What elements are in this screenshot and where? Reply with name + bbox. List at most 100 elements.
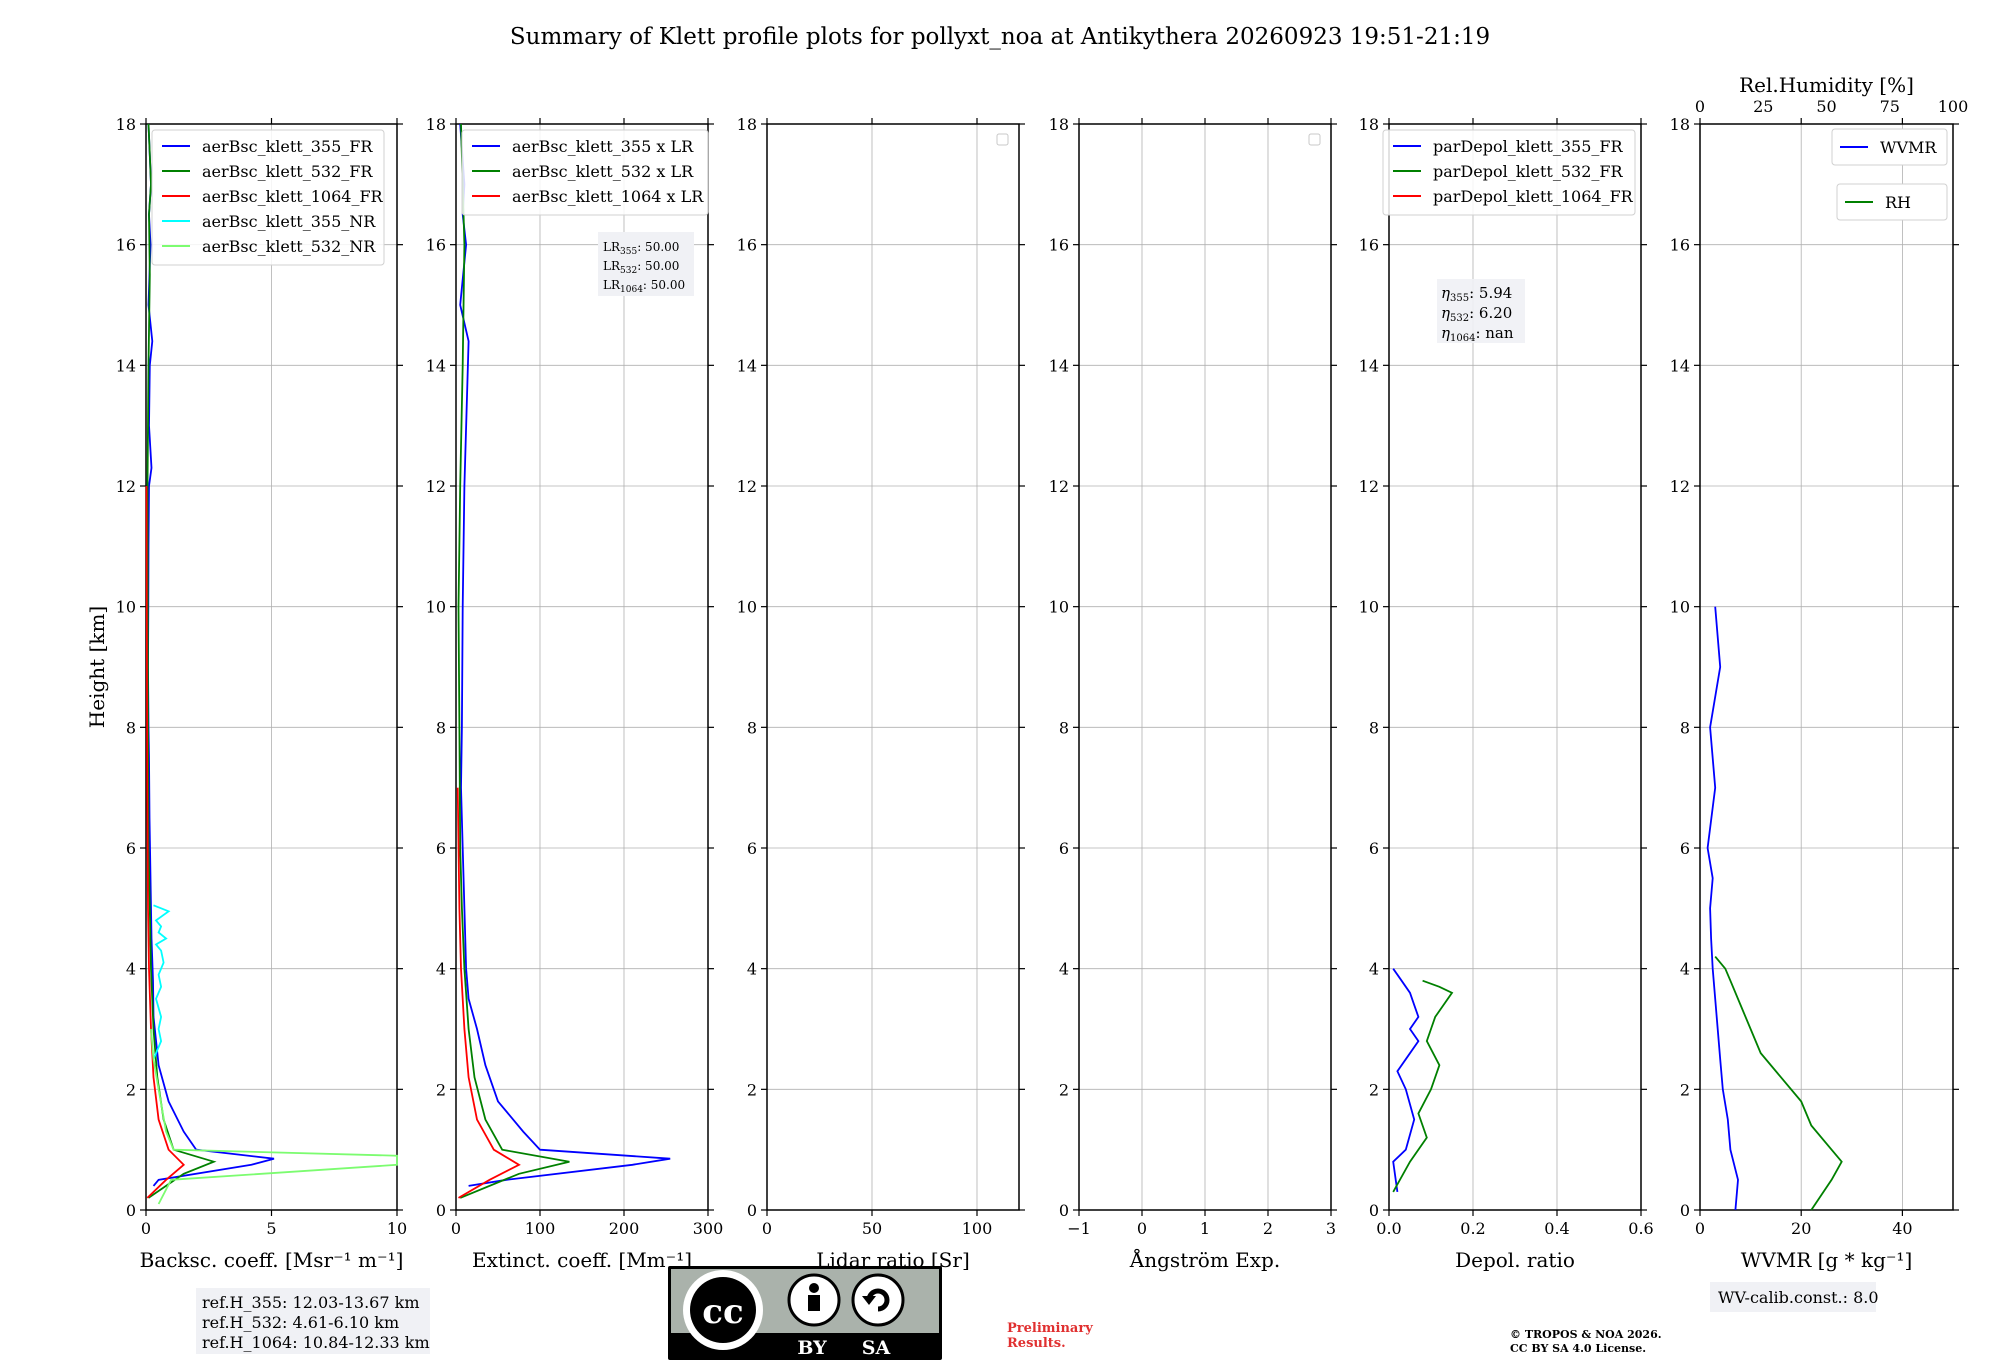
y-tick-label: 2 bbox=[1680, 1080, 1690, 1099]
panel-backscatter: 0 2 4 6 8 10 12 14 16 18 0 5 10 Backsc. coeff. [Msr⁻¹… bbox=[85, 115, 430, 1354]
panel-angstrom: 024681012141618−1 0 1 2 3Ångström Exp. bbox=[1049, 115, 1337, 1272]
y-tick-label: 4 bbox=[1680, 960, 1690, 979]
y-tick-label: 14 bbox=[737, 356, 757, 375]
y-tick-label: 6 bbox=[1680, 839, 1690, 858]
empty-legend-box bbox=[996, 133, 1009, 146]
series-line-parDepol_klett_355_FR bbox=[1392, 968, 1420, 1193]
x-tick-label: 100 bbox=[525, 1219, 556, 1238]
panel-lidar-ratio: 0246810121416180 50 100Lidar ratio [Sr] bbox=[737, 115, 1025, 1272]
top-tick-label: 25 bbox=[1753, 97, 1773, 116]
eta-sub: 532 bbox=[1450, 313, 1469, 324]
x-axis-label: Backsc. coeff. [Msr⁻¹ m⁻¹] bbox=[140, 1248, 404, 1272]
y-tick-label: 18 bbox=[737, 115, 757, 134]
y-tick-label: 12 bbox=[1670, 477, 1690, 496]
x-tick-label: 0.0 bbox=[1376, 1219, 1401, 1238]
x-tick-label: 200 bbox=[609, 1219, 640, 1238]
y-tick-label: 6 bbox=[1059, 839, 1069, 858]
series-line-aerBsc_klett_355_FR bbox=[147, 123, 275, 1187]
y-tick-label: 12 bbox=[116, 477, 136, 496]
x-tick-label: 0 bbox=[141, 1219, 151, 1238]
x-tick-label: 0.2 bbox=[1460, 1219, 1485, 1238]
y-tick-label: 2 bbox=[1059, 1080, 1069, 1099]
x-tick-label: 0 bbox=[1137, 1219, 1147, 1238]
eta-label: η bbox=[1441, 284, 1450, 302]
y-tick-label: 10 bbox=[737, 598, 757, 617]
legend-label: parDepol_klett_532_FR bbox=[1433, 162, 1624, 181]
y-tick-label: 16 bbox=[737, 236, 757, 255]
y-tick-label: 4 bbox=[436, 960, 446, 979]
x-tick-label: 0.6 bbox=[1628, 1219, 1653, 1238]
wv-calib-label: WV-calib.const.: 8.0 bbox=[1718, 1288, 1879, 1307]
x-tick-label: 100 bbox=[962, 1219, 993, 1238]
y-tick-label: 8 bbox=[436, 718, 446, 737]
y-tick-label: 2 bbox=[436, 1080, 446, 1099]
y-tick-label: 14 bbox=[116, 356, 136, 375]
x-tick-label: 0 bbox=[1695, 1219, 1705, 1238]
legend-label: aerBsc_klett_355_NR bbox=[202, 212, 376, 231]
y-tick-label: 16 bbox=[1359, 236, 1379, 255]
y-tick-label: 6 bbox=[126, 839, 136, 858]
lr-sub: 355 bbox=[620, 247, 637, 257]
x-tick-label: 40 bbox=[1892, 1219, 1912, 1238]
lr-value: : 50.00 bbox=[643, 278, 685, 292]
panel-wvmr: 0 2 4 6 8 10 12 14 16 18 0 20 40 WVMR [g * kg⁻¹] 0 25 50… bbox=[1670, 73, 1969, 1312]
ref-height-line: ref.H_532: 4.61-6.10 km bbox=[202, 1313, 399, 1332]
x-axis-label: WVMR [g * kg⁻¹] bbox=[1741, 1248, 1913, 1272]
sa-icon bbox=[851, 1273, 905, 1327]
top-tick-label: 50 bbox=[1816, 97, 1836, 116]
y-tick-label: 16 bbox=[116, 236, 136, 255]
eta-sub: 1064 bbox=[1450, 333, 1475, 344]
legend-label: aerBsc_klett_1064_FR bbox=[202, 187, 384, 206]
x-tick-label: 0 bbox=[762, 1219, 772, 1238]
preliminary-text-1: Preliminary bbox=[1007, 1321, 1093, 1336]
cc-sa-label: SA bbox=[862, 1337, 891, 1359]
figure-title: Summary of Klett profile plots for polly… bbox=[510, 24, 1490, 50]
y-tick-label: 18 bbox=[1049, 115, 1069, 134]
x-axis-label: Ångström Exp. bbox=[1129, 1247, 1280, 1272]
x-axis-label: Extinct. coeff. [Mm⁻¹] bbox=[472, 1248, 692, 1272]
eta-value: : 6.20 bbox=[1469, 304, 1512, 322]
legend-label: parDepol_klett_355_FR bbox=[1433, 137, 1624, 156]
y-tick-label: 0 bbox=[1059, 1201, 1069, 1220]
y-tick-label: 18 bbox=[116, 115, 136, 134]
series-line-parDepol_klett_532_FR bbox=[1392, 979, 1454, 1193]
top-tick-label: 100 bbox=[1938, 97, 1969, 116]
legend-label: aerBsc_klett_355 x LR bbox=[512, 137, 694, 156]
x-tick-label: 20 bbox=[1791, 1219, 1811, 1238]
copyright-text-2: CC BY SA 4.0 License. bbox=[1510, 1342, 1646, 1355]
top-axis-label: Rel.Humidity [%] bbox=[1739, 73, 1914, 97]
y-tick-label: 8 bbox=[1369, 718, 1379, 737]
legend-label: aerBsc_klett_1064 x LR bbox=[512, 187, 704, 206]
lr-label: LR bbox=[603, 240, 621, 254]
y-tick-label: 0 bbox=[747, 1201, 757, 1220]
lr-sub: 532 bbox=[620, 266, 637, 276]
series-line-aerBsc_klett_532_NR bbox=[150, 1028, 398, 1205]
x-tick-label: −1 bbox=[1067, 1219, 1091, 1238]
y-tick-label: 18 bbox=[426, 115, 446, 134]
top-tick-label: 0 bbox=[1695, 97, 1705, 116]
x-tick-label: 300 bbox=[693, 1219, 724, 1238]
x-tick-label: 3 bbox=[1326, 1219, 1336, 1238]
plot-frame bbox=[766, 123, 1020, 1211]
legend-label: aerBsc_klett_532_FR bbox=[202, 162, 373, 181]
y-tick-label: 4 bbox=[1369, 960, 1379, 979]
y-tick-label: 0 bbox=[436, 1201, 446, 1220]
series-line-aerBsc_klett_532_FR bbox=[146, 123, 217, 1199]
y-tick-label: 12 bbox=[1049, 477, 1069, 496]
cc-license-badge: cc BY SA bbox=[668, 1266, 942, 1360]
y-tick-label: 8 bbox=[747, 718, 757, 737]
y-tick-label: 6 bbox=[1369, 839, 1379, 858]
eta-label: η bbox=[1441, 304, 1450, 322]
ref-height-line: ref.H_1064: 10.84-12.33 km bbox=[202, 1333, 430, 1352]
y-tick-label: 0 bbox=[1369, 1201, 1379, 1220]
x-axis-label: Depol. ratio bbox=[1455, 1248, 1575, 1272]
cc-by-label: BY bbox=[797, 1337, 827, 1359]
y-tick-label: 10 bbox=[1359, 598, 1379, 617]
legend-label: aerBsc_klett_532_NR bbox=[202, 237, 376, 256]
y-tick-label: 18 bbox=[1670, 115, 1690, 134]
x-tick-label: 1 bbox=[1200, 1219, 1210, 1238]
y-tick-label: 6 bbox=[747, 839, 757, 858]
y-tick-label: 12 bbox=[1359, 477, 1379, 496]
lr-value: : 50.00 bbox=[637, 259, 679, 273]
y-tick-label: 4 bbox=[1059, 960, 1069, 979]
